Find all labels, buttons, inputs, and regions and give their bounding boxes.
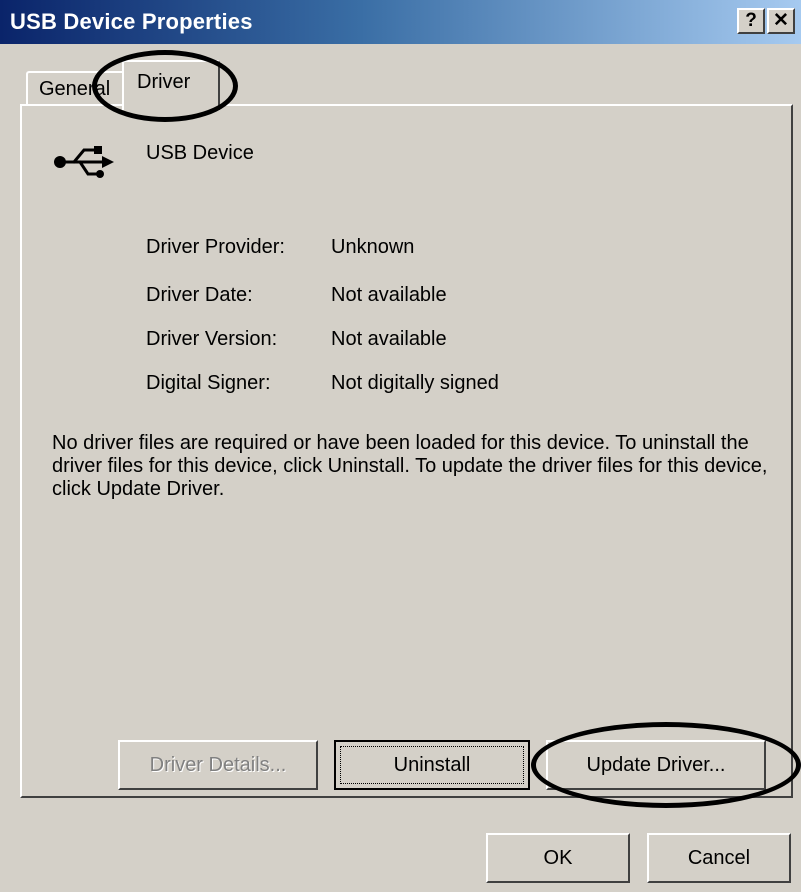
digital-signer-value: Not digitally signed xyxy=(331,372,499,394)
driver-description: No driver files are required or have bee… xyxy=(52,432,768,500)
cancel-button[interactable]: Cancel xyxy=(647,833,791,883)
update-driver-button[interactable]: Update Driver... xyxy=(546,740,766,790)
device-name: USB Device xyxy=(146,142,254,164)
uninstall-button[interactable]: Uninstall xyxy=(334,740,530,790)
tab-general[interactable]: General xyxy=(26,71,130,107)
driver-version-label: Driver Version: xyxy=(146,328,278,350)
ok-button[interactable]: OK xyxy=(486,833,630,883)
driver-provider-value: Unknown xyxy=(331,236,415,258)
driver-provider-label: Driver Provider: xyxy=(146,236,285,258)
close-button[interactable]: ✕ xyxy=(767,8,795,34)
driver-version-value: Not available xyxy=(331,328,447,350)
driver-details-button[interactable]: Driver Details... xyxy=(118,740,318,790)
window-title: USB Device Properties xyxy=(10,9,253,34)
usb-icon xyxy=(54,146,114,178)
tab-driver[interactable]: Driver xyxy=(122,60,220,110)
driver-date-value: Not available xyxy=(331,284,447,306)
help-button[interactable]: ? xyxy=(737,8,765,34)
title-bar[interactable]: USB Device Properties ? ✕ xyxy=(0,0,801,44)
digital-signer-label: Digital Signer: xyxy=(146,372,271,394)
driver-date-label: Driver Date: xyxy=(146,284,253,306)
properties-dialog: USB Device Properties ? ✕ General Driver… xyxy=(0,0,801,892)
